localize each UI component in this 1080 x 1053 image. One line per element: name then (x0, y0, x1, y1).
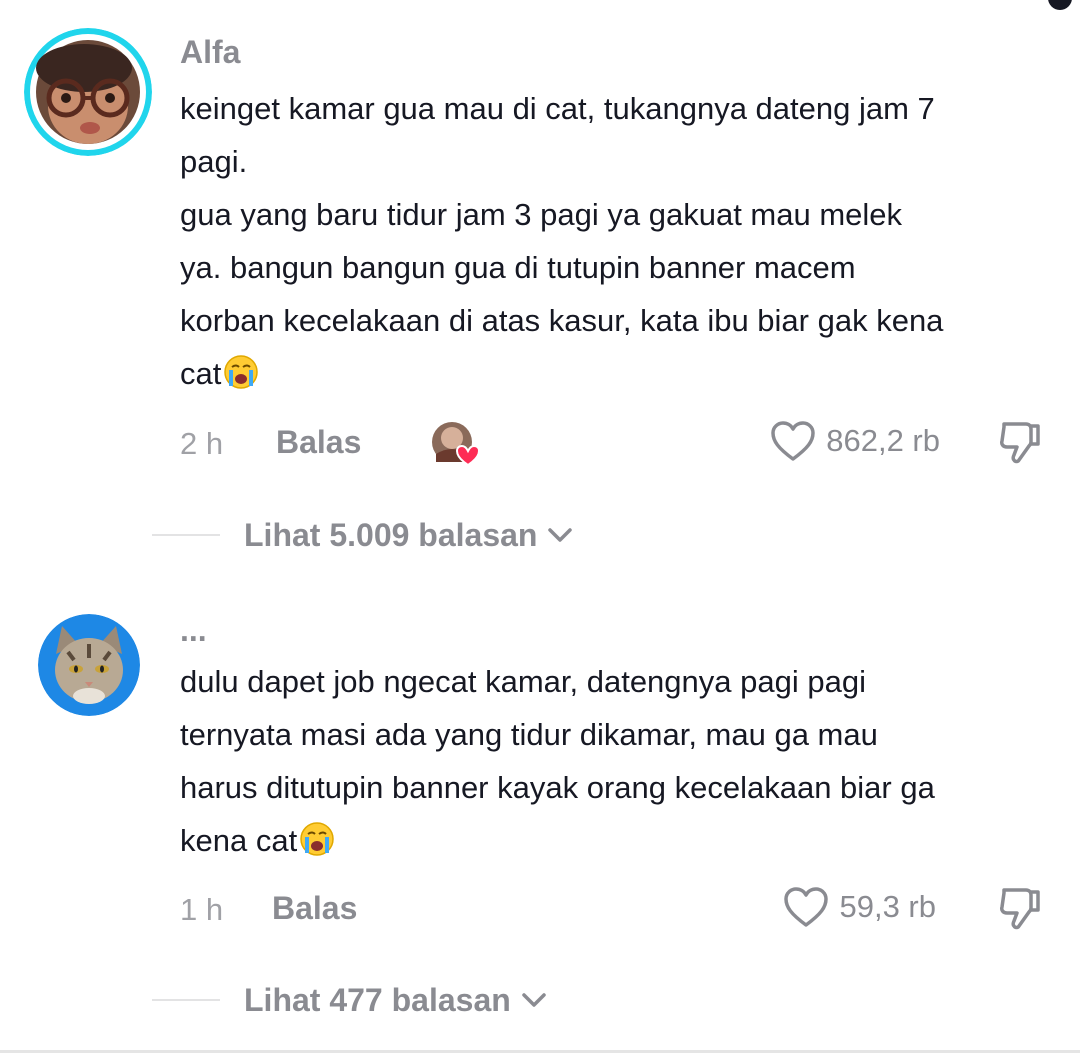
chevron-down-icon (522, 993, 546, 1007)
status-dot (1048, 0, 1072, 10)
comment-line: keinget kamar gua mau di cat, tukangnya … (180, 91, 935, 126)
comment-line: korban kecelakaan di atas kasur, kata ib… (180, 303, 944, 338)
user-avatar[interactable] (24, 28, 152, 156)
comment-line: harus ditutupin banner kayak orang kecel… (180, 770, 935, 805)
comment-line: ya. bangun bangun gua di tutupin banner … (180, 250, 856, 285)
comment-line: dulu dapet job ngecat kamar, datengnya p… (180, 664, 866, 699)
view-replies-label: Lihat 5.009 balasan (244, 516, 538, 553)
comment-username[interactable]: ... (180, 612, 207, 649)
reply-button[interactable]: Balas (276, 424, 361, 461)
comment-line: kena cat (180, 823, 298, 858)
like-count: 59,3 rb (839, 889, 936, 924)
view-replies-label: Lihat 477 balasan (244, 981, 511, 1018)
comment-time: 1 h (180, 892, 224, 927)
user-avatar-glasses-icon (24, 28, 152, 156)
user-avatar[interactable] (38, 614, 140, 716)
dislike-icon[interactable] (996, 418, 1044, 466)
comment-list: Alfa keinget kamar gua mau di cat, tukan… (0, 0, 1080, 1053)
cat-avatar-icon (38, 614, 140, 716)
chevron-down-icon (548, 528, 573, 542)
reply-button[interactable]: Balas (272, 890, 357, 927)
like-button[interactable]: 862,2 rb (770, 420, 940, 462)
comment-line: cat (180, 356, 222, 391)
comment-text: dulu dapet job ngecat kamar, datengnya p… (180, 655, 1050, 867)
heart-outline-icon (784, 887, 829, 927)
dislike-icon[interactable] (996, 884, 1044, 932)
loudly-crying-face-icon (300, 822, 334, 856)
view-replies-button[interactable]: Lihat 5.009 balasan (152, 513, 573, 557)
comment-time: 2 h (180, 426, 224, 461)
like-count: 862,2 rb (826, 423, 940, 458)
comment-line-last: cat (180, 347, 1050, 400)
comment-meta: 1 h Balas 59,3 rb (180, 884, 1044, 934)
divider-line (152, 534, 220, 536)
heart-outline-icon (771, 421, 815, 461)
comment-line: pagi. (180, 144, 248, 179)
comment-line: gua yang baru tidur jam 3 pagi ya gakuat… (180, 197, 903, 232)
view-replies-button[interactable]: Lihat 477 balasan (152, 978, 547, 1022)
divider-line (152, 999, 220, 1001)
like-button[interactable]: 59,3 rb (783, 886, 936, 928)
creator-liked-icon (432, 422, 480, 467)
comment-line: ternyata masi ada yang tidur dikamar, ma… (180, 717, 878, 752)
loudly-crying-face-icon (224, 355, 259, 389)
comment-username[interactable]: Alfa (180, 34, 240, 71)
comment-line-last: kena cat (180, 814, 1050, 867)
comment-meta: 2 h Balas 862,2 rb (180, 418, 1044, 468)
comment-text: keinget kamar gua mau di cat, tukangnya … (180, 82, 1050, 400)
